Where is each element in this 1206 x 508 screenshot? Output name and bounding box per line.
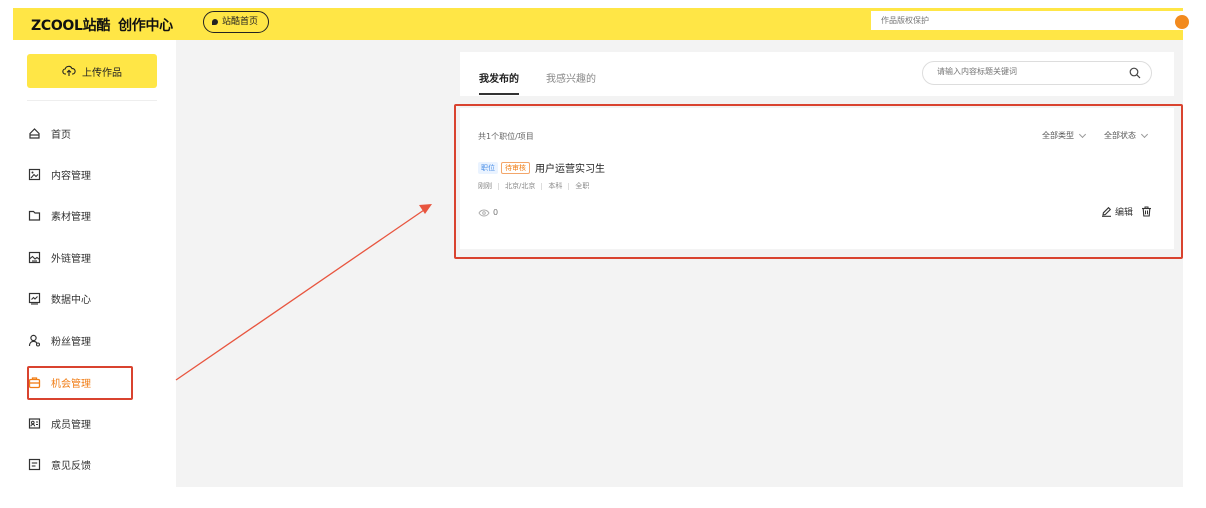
search-box [922,61,1152,85]
top-bar: ZCOOL站酷 创作中心 站酷首页 [13,8,1189,40]
sidebar-item-label: 首页 [51,129,71,141]
active-tab-indicator [479,93,519,95]
copyright-protect-input[interactable] [871,11,1183,30]
feedback-icon [27,457,41,471]
annotation-highlight-job-list [454,104,1183,259]
tab-interested[interactable]: 我感兴趣的 [546,70,596,85]
cloud-upload-icon [62,65,76,76]
sidebar-item-materials[interactable]: 素材管理 [27,206,91,224]
image-icon [27,167,41,181]
tab-published[interactable]: 我发布的 [479,70,519,85]
sidebar-divider [27,100,157,101]
sidebar-item-label: 内容管理 [51,170,91,182]
zcool-home-button[interactable]: 站酷首页 [203,11,270,33]
sidebar-item-label: 数据中心 [51,294,91,306]
sidebar-item-label: 意见反馈 [51,460,91,472]
upload-work-button[interactable]: 上传作品 [27,54,157,88]
picture-link-icon [27,250,41,264]
logo-brand: ZCOOL站酷 [31,18,111,34]
upload-button-label: 上传作品 [82,67,122,79]
sidebar-item-fans[interactable]: 粉丝管理 [27,331,91,349]
folder-icon [27,208,41,222]
leaf-icon [212,19,218,25]
sidebar-item-label: 素材管理 [51,211,91,223]
home-button-label: 站酷首页 [222,17,259,27]
tabs-card: 我发布的 我感兴趣的 [460,52,1174,96]
home-icon [27,126,41,140]
avatar-icon[interactable] [1175,15,1189,29]
sidebar-item-label: 成员管理 [51,419,91,431]
annotation-highlight-sidebar [27,366,133,400]
sidebar-item-members[interactable]: 成员管理 [27,414,91,432]
sidebar-item-label: 粉丝管理 [51,336,91,348]
sidebar-item-label: 外链管理 [51,253,91,265]
sidebar-item-data-center[interactable]: 数据中心 [27,289,91,307]
sidebar-item-home[interactable]: 首页 [27,124,71,142]
user-icon [27,333,41,347]
zcool-logo[interactable]: ZCOOL站酷 创作中心 [31,15,173,35]
id-card-icon [27,416,41,430]
sidebar-item-feedback[interactable]: 意见反馈 [27,455,91,473]
search-input[interactable] [935,66,1109,77]
sidebar-item-content[interactable]: 内容管理 [27,165,91,183]
chart-icon [27,291,41,305]
sidebar-item-external-links[interactable]: 外链管理 [27,248,91,266]
search-icon[interactable] [1129,67,1141,79]
logo-subtitle: 创作中心 [118,18,173,34]
sidebar: 上传作品 首页 内容管理 素材管理 外链管理 数据中心 粉丝管理 机会管理 成员… [13,40,176,508]
